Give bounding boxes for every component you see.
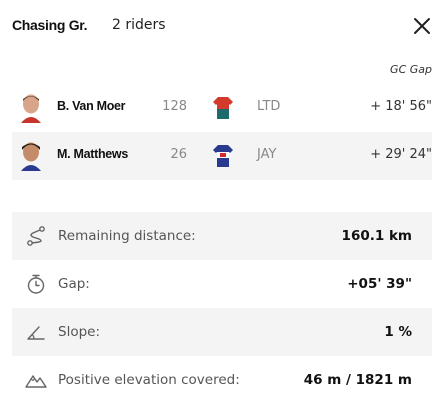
stat-value: 46 m / 1821 m xyxy=(303,372,412,388)
stopwatch-icon xyxy=(27,274,45,294)
team-code: LTD xyxy=(257,99,281,114)
stat-row-gap: Gap: +05' 39" xyxy=(12,260,432,308)
rider-rank: 26 xyxy=(170,147,187,162)
close-icon[interactable] xyxy=(412,16,432,36)
rider-row[interactable]: M. Matthews 26 JAY + 29' 24" xyxy=(12,132,432,180)
mountain-icon xyxy=(25,375,47,388)
team-jersey-icon xyxy=(213,97,233,119)
group-header: Chasing Gr. 2 riders xyxy=(12,14,432,40)
team-code: JAY xyxy=(257,147,277,162)
gc-gap-column-header: GC Gap xyxy=(390,63,432,76)
stat-value: 1 % xyxy=(384,324,412,340)
slope-icon xyxy=(27,326,45,340)
rider-name[interactable]: M. Matthews xyxy=(57,147,128,161)
stat-row-slope: Slope: 1 % xyxy=(12,308,432,356)
stat-value: +05' 39" xyxy=(347,276,412,292)
rider-avatar xyxy=(21,94,41,123)
rider-gc-gap: + 18' 56" xyxy=(370,99,432,114)
rider-gc-gap: + 29' 24" xyxy=(370,147,432,162)
team-jersey-icon xyxy=(213,145,233,167)
group-title: Chasing Gr. xyxy=(12,17,88,33)
stat-row-positive-elevation: Positive elevation covered: 46 m / 1821 … xyxy=(12,356,432,404)
rider-name[interactable]: B. Van Moer xyxy=(57,99,126,113)
stat-label: Positive elevation covered: xyxy=(58,372,240,388)
stat-label: Remaining distance: xyxy=(58,228,196,244)
rider-rank: 128 xyxy=(162,99,187,114)
rider-count: 2 riders xyxy=(112,17,166,33)
rider-avatar xyxy=(21,142,41,171)
route-icon xyxy=(27,226,45,246)
stat-value: 160.1 km xyxy=(341,228,412,244)
stat-row-remaining-distance: Remaining distance: 160.1 km xyxy=(12,212,432,260)
stat-label: Slope: xyxy=(58,324,101,340)
stat-label: Gap: xyxy=(58,276,90,292)
rider-row[interactable]: B. Van Moer 128 LTD + 18' 56" xyxy=(12,84,432,132)
